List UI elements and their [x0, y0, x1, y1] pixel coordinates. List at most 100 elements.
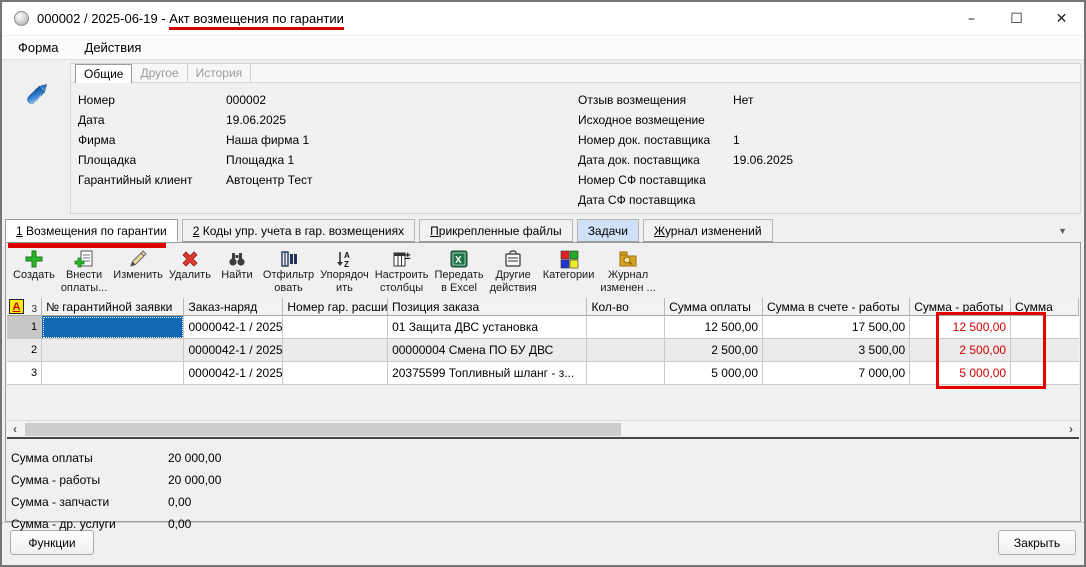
close-icon[interactable]: ✕: [1039, 2, 1084, 35]
menu-deystviya[interactable]: Действия: [85, 40, 142, 55]
cell-request[interactable]: [42, 362, 184, 385]
field-value-data: 19.06.2025: [226, 113, 286, 127]
tab-kody-ucheta[interactable]: 2 Коды упр. учета в гар. возмещениях: [182, 219, 415, 242]
scroll-right-icon[interactable]: ›: [1063, 421, 1079, 438]
add-icon: [24, 248, 44, 269]
cell-qty[interactable]: [587, 362, 665, 385]
configure-columns-button[interactable]: ± Настроитьстолбцы: [372, 247, 432, 297]
form-fields-right: Отзыв возмещенияНет Исходное возмещение …: [578, 90, 793, 210]
cell-sum[interactable]: [1011, 339, 1079, 362]
cell-position[interactable]: 20375599 Топливный шланг - з...: [388, 362, 587, 385]
categories-icon: [559, 248, 579, 269]
column-header-request[interactable]: № гарантийной заявки: [42, 298, 184, 316]
scroll-left-icon[interactable]: ‹: [7, 421, 23, 438]
tab-zhurnal-izmeneniy[interactable]: Журнал изменений: [643, 219, 773, 242]
delete-button[interactable]: Удалить: [166, 247, 214, 297]
cell-order[interactable]: 0000042-1 / 2025...: [184, 316, 283, 339]
column-header-invoice-works[interactable]: Сумма в счете - работы: [763, 298, 910, 316]
cell-ext[interactable]: [283, 316, 388, 339]
field-label-iskhodnoe: Исходное возмещение: [578, 113, 733, 127]
selected-cell[interactable]: [42, 316, 184, 339]
tab-overflow-arrow-icon[interactable]: ▼: [1058, 226, 1067, 236]
window-title: 000002 / 2025-06-19 - Акт возмещения по …: [37, 11, 344, 26]
edit-button[interactable]: Изменить: [110, 247, 166, 297]
filter-button[interactable]: Отфильтровать: [260, 247, 317, 297]
cell-ext[interactable]: [283, 362, 388, 385]
cell-works[interactable]: 5 000,00: [910, 362, 1011, 385]
detail-tabstrip: 1 Возмещения по гарантии 2 Коды упр. уче…: [5, 219, 1081, 242]
tab-drugoe[interactable]: Другое: [132, 64, 187, 83]
cell-qty[interactable]: [587, 316, 665, 339]
column-header-sum[interactable]: Сумма: [1011, 298, 1079, 316]
cell-invoice-works[interactable]: 3 500,00: [763, 339, 910, 362]
tab-istoriya[interactable]: История: [188, 64, 252, 83]
row-number[interactable]: 1: [7, 316, 42, 339]
field-value-otzyv: Нет: [733, 93, 753, 107]
cell-ext[interactable]: [283, 339, 388, 362]
column-header-order[interactable]: Заказ-наряд: [184, 298, 283, 316]
categories-button[interactable]: Категории: [540, 247, 598, 297]
cell-request[interactable]: [42, 339, 184, 362]
column-header-works[interactable]: Сумма - работы: [910, 298, 1011, 316]
tab-vozmeshcheniya[interactable]: 1 Возмещения по гарантии: [5, 219, 178, 242]
cell-qty[interactable]: [587, 339, 665, 362]
table-settings-icon[interactable]: A: [9, 299, 24, 314]
tab-obshchie[interactable]: Общие: [75, 64, 132, 83]
excel-icon: X: [449, 248, 469, 269]
window-controls: – ☐ ✕: [949, 2, 1084, 35]
cell-payment[interactable]: 12 500,00: [665, 316, 763, 339]
export-excel-button[interactable]: X Передатьв Excel: [431, 247, 486, 297]
add-payment-icon: [74, 248, 94, 269]
journal-icon: [618, 248, 638, 269]
form-fields: Номер000002 Дата19.06.2025 ФирмаНаша фир…: [71, 83, 1080, 213]
cell-invoice-works[interactable]: 7 000,00: [763, 362, 910, 385]
total-label-works: Сумма - работы: [11, 473, 168, 487]
cell-order[interactable]: 0000042-1 / 2025...: [184, 339, 283, 362]
columns-icon: ±: [392, 248, 412, 269]
change-log-button[interactable]: Журнализменен ...: [597, 247, 658, 297]
tab-prikreplennye-fayly[interactable]: Прикрепленные файлы: [419, 219, 573, 242]
cell-works[interactable]: 12 500,00: [910, 316, 1011, 339]
sort-button[interactable]: AZ Упорядочить: [317, 247, 372, 297]
row-number[interactable]: 2: [7, 339, 42, 362]
close-button[interactable]: Закрыть: [998, 530, 1076, 555]
sort-az-icon: AZ: [334, 248, 354, 269]
svg-text:±: ±: [405, 251, 411, 262]
cell-position[interactable]: 01 Защита ДВС установка: [388, 316, 587, 339]
menu-forma[interactable]: Форма: [18, 40, 59, 55]
cell-position[interactable]: 00000004 Смена ПО БУ ДВС: [388, 339, 587, 362]
grid-toolbar: Создать Внестиоплаты... Изменить Удалить: [10, 247, 1076, 297]
annotation-underline-active-tab: [8, 243, 166, 248]
minimize-button[interactable]: –: [949, 2, 994, 35]
cell-works[interactable]: 2 500,00: [910, 339, 1011, 362]
document-header-area: Общие Другое История Номер000002 Дата19.…: [5, 60, 1081, 216]
app-icon: [14, 11, 29, 26]
cell-sum[interactable]: [1011, 362, 1079, 385]
svg-text:Z: Z: [344, 260, 349, 269]
other-actions-button[interactable]: Другиедействия: [487, 247, 540, 297]
tab-zadachi[interactable]: Задачи: [577, 219, 639, 242]
create-button[interactable]: Создать: [10, 247, 58, 297]
titlebar: 000002 / 2025-06-19 - Акт возмещения по …: [2, 2, 1084, 36]
cell-sum[interactable]: [1011, 316, 1079, 339]
svg-text:A: A: [344, 251, 350, 260]
warranty-items-grid: A 3 № гарантийной заявки Заказ-наряд Ном…: [7, 298, 1079, 439]
scrollbar-thumb[interactable]: [25, 423, 621, 436]
row-number[interactable]: 3: [7, 362, 42, 385]
add-payment-button[interactable]: Внестиоплаты...: [58, 247, 110, 297]
column-header-ext[interactable]: Номер гар. расши...: [283, 298, 388, 316]
column-header-qty[interactable]: Кол-во: [587, 298, 665, 316]
find-button[interactable]: Найти: [214, 247, 260, 297]
maximize-button[interactable]: ☐: [994, 2, 1039, 35]
horizontal-scrollbar[interactable]: ‹ ›: [7, 420, 1079, 437]
cell-payment[interactable]: 2 500,00: [665, 339, 763, 362]
cell-payment[interactable]: 5 000,00: [665, 362, 763, 385]
filter-icon: [279, 248, 299, 269]
general-form: Общие Другое История Номер000002 Дата19.…: [70, 63, 1081, 214]
column-header-payment[interactable]: Сумма оплаты: [665, 298, 763, 316]
svg-text:X: X: [455, 255, 462, 266]
cell-invoice-works[interactable]: 17 500,00: [763, 316, 910, 339]
cell-order[interactable]: 0000042-1 / 2025...: [184, 362, 283, 385]
column-header-position[interactable]: Позиция заказа: [388, 298, 587, 316]
total-value-parts: 0,00: [168, 495, 191, 509]
